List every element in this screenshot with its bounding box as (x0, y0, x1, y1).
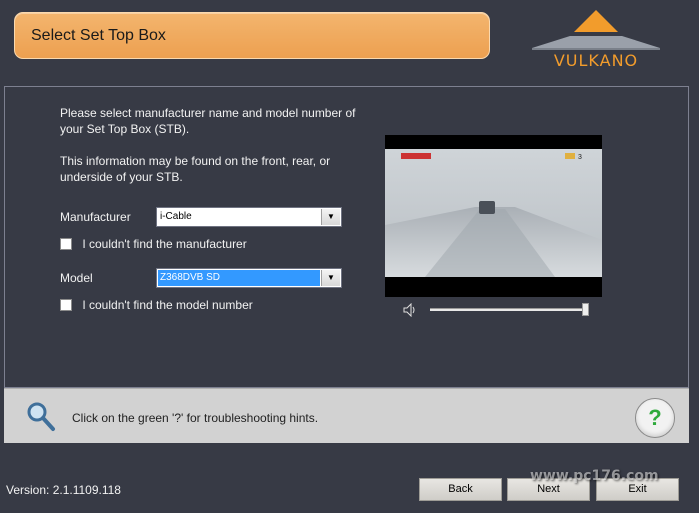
speaker-icon[interactable] (403, 303, 419, 317)
chevron-down-icon[interactable]: ▼ (321, 270, 340, 286)
snowy-road-image-icon: 3 (385, 149, 602, 277)
back-button[interactable]: Back (419, 478, 502, 501)
manufacturer-missing-row[interactable]: I couldn't find the manufacturer (60, 237, 247, 251)
exit-button[interactable]: Exit (596, 478, 679, 501)
model-missing-checkbox[interactable] (60, 299, 72, 311)
video-preview: 3 (385, 135, 602, 297)
manufacturer-missing-checkbox[interactable] (60, 238, 72, 250)
chevron-down-icon[interactable]: ▼ (321, 209, 340, 225)
model-select-value: Z368DVB SD (160, 272, 221, 283)
manufacturer-missing-label: I couldn't find the manufacturer (82, 237, 247, 251)
magnifier-icon (27, 402, 55, 431)
next-button[interactable]: Next (507, 478, 590, 501)
manufacturer-select[interactable]: i-Cable ▼ (156, 207, 342, 227)
help-button[interactable]: ? (635, 398, 675, 438)
volume-slider-thumb[interactable] (582, 303, 589, 316)
version-text: Version: 2.1.1109.118 (6, 483, 121, 497)
manufacturer-select-value: i-Cable (160, 211, 192, 222)
intro-text: Please select manufacturer name and mode… (60, 105, 380, 201)
model-label: Model (60, 271, 93, 285)
content-panel: Please select manufacturer name and mode… (4, 86, 689, 388)
vulkano-logo-text: VULKANO (553, 51, 639, 70)
model-missing-row[interactable]: I couldn't find the model number (60, 298, 253, 312)
intro-paragraph-2: This information may be found on the fro… (60, 154, 331, 184)
intro-paragraph-1: Please select manufacturer name and mode… (60, 106, 356, 136)
page-title: Select Set Top Box (31, 27, 166, 44)
hint-text: Click on the green '?' for troubleshooti… (72, 411, 319, 425)
page-title-banner: Select Set Top Box (14, 12, 490, 59)
model-select[interactable]: Z368DVB SD ▼ (156, 268, 342, 288)
video-overlay-number: 3 (578, 154, 582, 161)
hint-bar: Click on the green '?' for troubleshooti… (4, 388, 689, 443)
volume-slider-track[interactable] (430, 308, 586, 311)
manufacturer-label: Manufacturer (60, 210, 131, 224)
model-missing-label: I couldn't find the model number (82, 298, 253, 312)
